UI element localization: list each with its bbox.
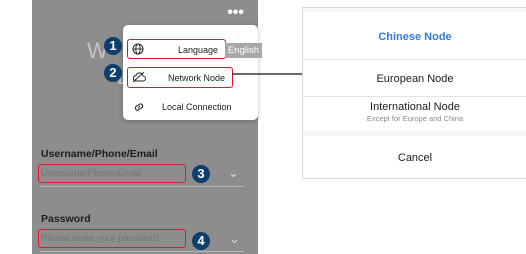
- divider: [303, 96, 526, 97]
- globe-icon: [132, 43, 144, 55]
- cancel-label: Cancel: [397, 152, 433, 164]
- menu-item-label: Language: [178, 45, 219, 55]
- cancel-button[interactable]: Cancel: [303, 136, 526, 178]
- marker-3: 3: [192, 165, 210, 183]
- password-toggle-icon[interactable]: ⌄: [229, 232, 240, 245]
- international-node-option[interactable]: International Node: [303, 101, 526, 113]
- password-underline: [40, 251, 244, 252]
- marker-1: 1: [104, 37, 122, 55]
- menu-item-local-connection[interactable]: Local Connection: [123, 95, 258, 125]
- menu-item-language[interactable]: Language English: [123, 29, 262, 59]
- node-selection-sheet: Chinese Node European Node International…: [302, 7, 526, 179]
- cloud-icon: [132, 71, 146, 83]
- username-underline: [40, 186, 244, 187]
- chinese-node-option[interactable]: Chinese Node: [303, 31, 526, 43]
- menu-item-label: Local Connection: [162, 102, 232, 112]
- password-label: Password: [41, 213, 91, 225]
- divider: [303, 59, 526, 60]
- password-input[interactable]: [38, 229, 186, 248]
- european-node-option[interactable]: European Node: [303, 73, 526, 85]
- link-icon: [134, 103, 144, 111]
- language-tag: English: [224, 43, 262, 58]
- username-input[interactable]: [38, 164, 186, 183]
- marker-4: 4: [192, 232, 210, 250]
- more-options-icon[interactable]: •••: [227, 5, 244, 21]
- node-options-group: Chinese Node European Node International…: [303, 12, 526, 130]
- international-node-subtitle: Except for Europe and China: [366, 114, 464, 123]
- marker-2: 2: [104, 64, 122, 82]
- username-label: Username/Phone/Email: [41, 148, 158, 160]
- menu-item-label: Network Node: [168, 73, 226, 83]
- chevron-down-icon[interactable]: ⌄: [228, 166, 239, 179]
